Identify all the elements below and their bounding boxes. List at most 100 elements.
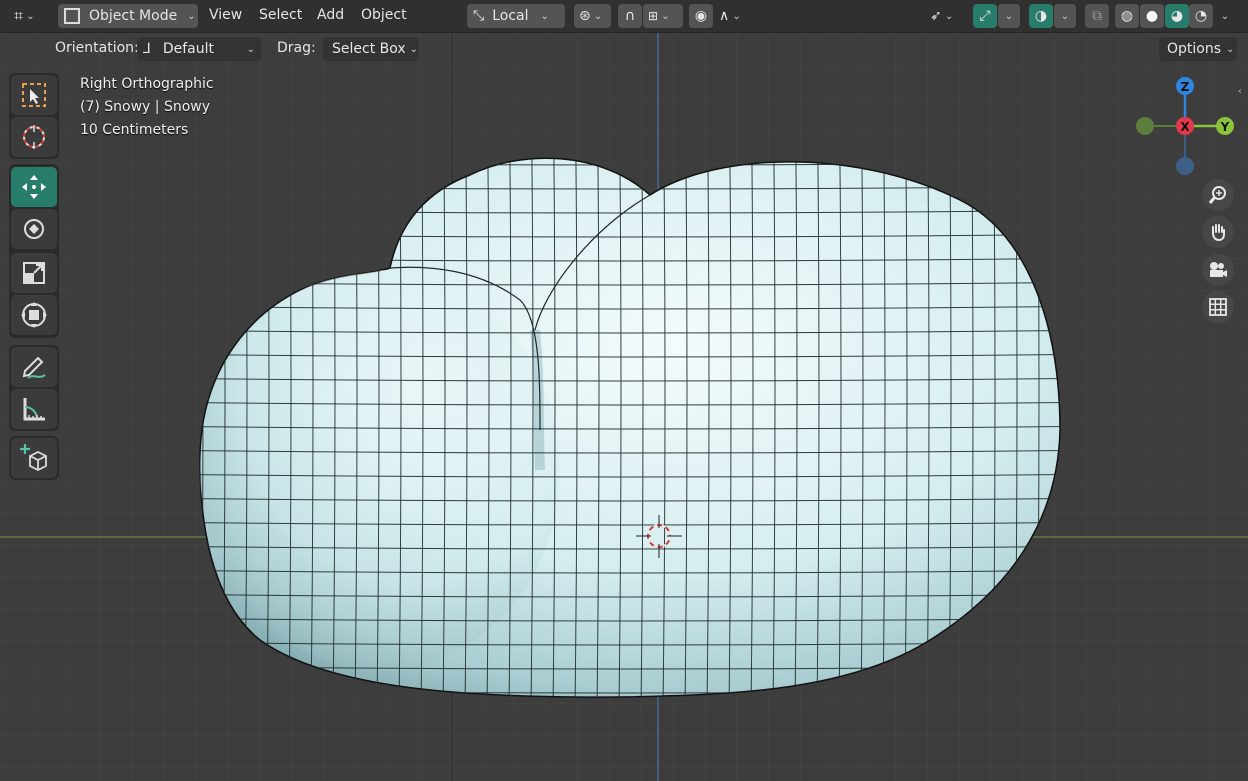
editor-type-button[interactable]: ⌗ ⌄ [14,4,50,28]
snap-increment-icon: ⊞ [648,9,659,23]
drag-dropdown[interactable]: Select Box ⌄ [323,37,419,61]
tool-add-cube[interactable] [11,438,57,478]
editor-type-icon: ⌗ [14,6,24,25]
gizmo-icon: ⤢ [979,8,991,24]
chevron-down-icon: ⌄ [23,10,35,22]
gizmo-neg-y[interactable] [1136,117,1154,135]
tool-move[interactable] [11,167,57,207]
measure-icon [23,398,45,421]
gizmo-y-label: Y [1220,120,1230,134]
gizmo-dropdown[interactable]: ⌄ [998,4,1020,28]
gizmo-toggle[interactable]: ⤢ [973,4,997,28]
gizmo-x[interactable]: X [1176,117,1194,135]
wireframe-shading-icon: ◍ [1120,8,1134,24]
tool-scale[interactable] [11,253,57,293]
xray-toggle[interactable]: ⧉ [1085,4,1109,28]
transform-icon [21,302,47,328]
chevron-down-icon: ⌄ [658,10,670,22]
gizmo-y[interactable]: Y [1216,117,1234,135]
gizmo-z[interactable]: Z [1176,77,1194,95]
chevron-down-icon: ⌄ [941,10,954,22]
chevron-down-icon: ⌄ [729,10,741,22]
add-cube-icon [20,444,47,472]
orientation-icon: ⅃ [143,41,151,57]
drag-label: Drag: [277,40,316,56]
solid-shading-icon: ● [1145,8,1159,24]
pan-button[interactable] [1202,216,1234,248]
solid-shading-button[interactable]: ● [1140,4,1164,28]
grid-scale-text: 10 Centimeters [80,122,189,138]
scale-icon [23,262,45,284]
ortho-toggle-button[interactable] [1202,291,1234,323]
pivot-point-icon: ⊛ [579,8,591,24]
options-dropdown[interactable]: Options ⌄ [1159,37,1237,61]
camera-icon [1210,262,1227,277]
camera-view-button[interactable] [1202,254,1234,286]
tool-settings-bar: Orientation: ⅃ Default ⌄ Drag: Select Bo… [0,33,1248,65]
tool-cursor[interactable] [11,117,57,157]
rotate-icon [24,219,44,239]
move-icon [22,175,46,199]
overlay-icon: ◑ [1034,8,1048,24]
chevron-down-icon: ⌄ [187,10,196,22]
material-shading-icon: ◕ [1170,8,1184,24]
visibility-icon: ➶ [930,8,942,24]
sidebar-toggle-icon[interactable]: ‹ [1238,86,1242,97]
proportional-edit-toggle[interactable]: ◉ [689,4,713,28]
tool-transform[interactable] [11,295,57,335]
chevron-down-icon: ⌄ [1004,10,1014,22]
options-label: Options [1167,41,1222,57]
xray-icon: ⧉ [1092,8,1102,24]
zoom-button[interactable] [1202,179,1234,211]
proportional-edit-icon: ◉ [694,8,708,24]
pivot-point-dropdown[interactable]: ⊛ ⌄ [574,4,611,28]
menu-view[interactable]: View [209,7,242,23]
snap-target-dropdown[interactable]: ⊞ ⌄ [643,4,683,28]
overlay-dropdown[interactable]: ⌄ [1054,4,1076,28]
blender-window: ⌗ ⌄ Object Mode ⌄ View Select Add Object… [0,0,1248,781]
menu-add[interactable]: Add [317,7,344,23]
3d-viewport[interactable] [0,0,1248,781]
gizmo-z-label: Z [1181,80,1190,94]
view-name-text: Right Orthographic [80,76,214,92]
gizmo-x-label: X [1180,120,1190,134]
visibility-dropdown[interactable]: ➶ ⌄ [926,4,966,28]
transform-orientation-dropdown[interactable]: ⤡ Local ⌄ [467,4,565,28]
rendered-shading-button[interactable]: ◔ [1189,4,1213,28]
menu-select[interactable]: Select [259,7,302,23]
viewport-header: ⌗ ⌄ Object Mode ⌄ View Select Add Object… [0,0,1248,33]
chevron-down-icon: ⌄ [540,10,549,22]
chevron-down-icon: ⌄ [409,43,419,55]
chevron-down-icon: ⌄ [1060,10,1070,22]
navigation-gizmo[interactable]: Z Y X [1128,72,1240,184]
gizmo-neg-z[interactable] [1176,157,1194,175]
wireframe-shading-button[interactable]: ◍ [1115,4,1139,28]
mode-dropdown[interactable]: Object Mode ⌄ [58,4,198,28]
snap-icon: ∩ [624,8,636,24]
tool-annotate[interactable] [11,347,57,387]
menu-object[interactable]: Object [361,7,407,23]
orientation-dropdown[interactable]: ⅃ Default ⌄ [137,37,261,61]
falloff-dropdown[interactable]: ∧ ⌄ [714,4,754,28]
object-mode-icon [64,8,80,24]
overlay-toggle[interactable]: ◑ [1029,4,1053,28]
tool-select-box[interactable] [11,75,57,115]
grid-icon [1209,298,1227,316]
tool-rotate[interactable] [11,209,57,249]
material-shading-button[interactable]: ◕ [1165,4,1189,28]
orientation-value: Default [162,41,214,57]
rendered-shading-icon: ◔ [1194,8,1208,24]
snap-toggle[interactable]: ∩ [618,4,642,28]
transform-orientation-value: Local [492,8,529,24]
falloff-icon: ∧ [719,8,730,24]
select-box-icon [22,83,46,107]
chevron-down-icon: ⌄ [246,43,255,55]
shading-dropdown[interactable]: ⌄ [1214,4,1236,28]
tool-measure[interactable] [11,389,57,429]
cursor-icon [23,125,45,149]
zoom-icon [1208,186,1226,204]
mode-label: Object Mode [89,8,178,24]
object-info-text: (7) Snowy | Snowy [80,99,211,115]
chevron-down-icon: ⌄ [1220,10,1230,22]
chevron-down-icon: ⌄ [1226,43,1235,55]
